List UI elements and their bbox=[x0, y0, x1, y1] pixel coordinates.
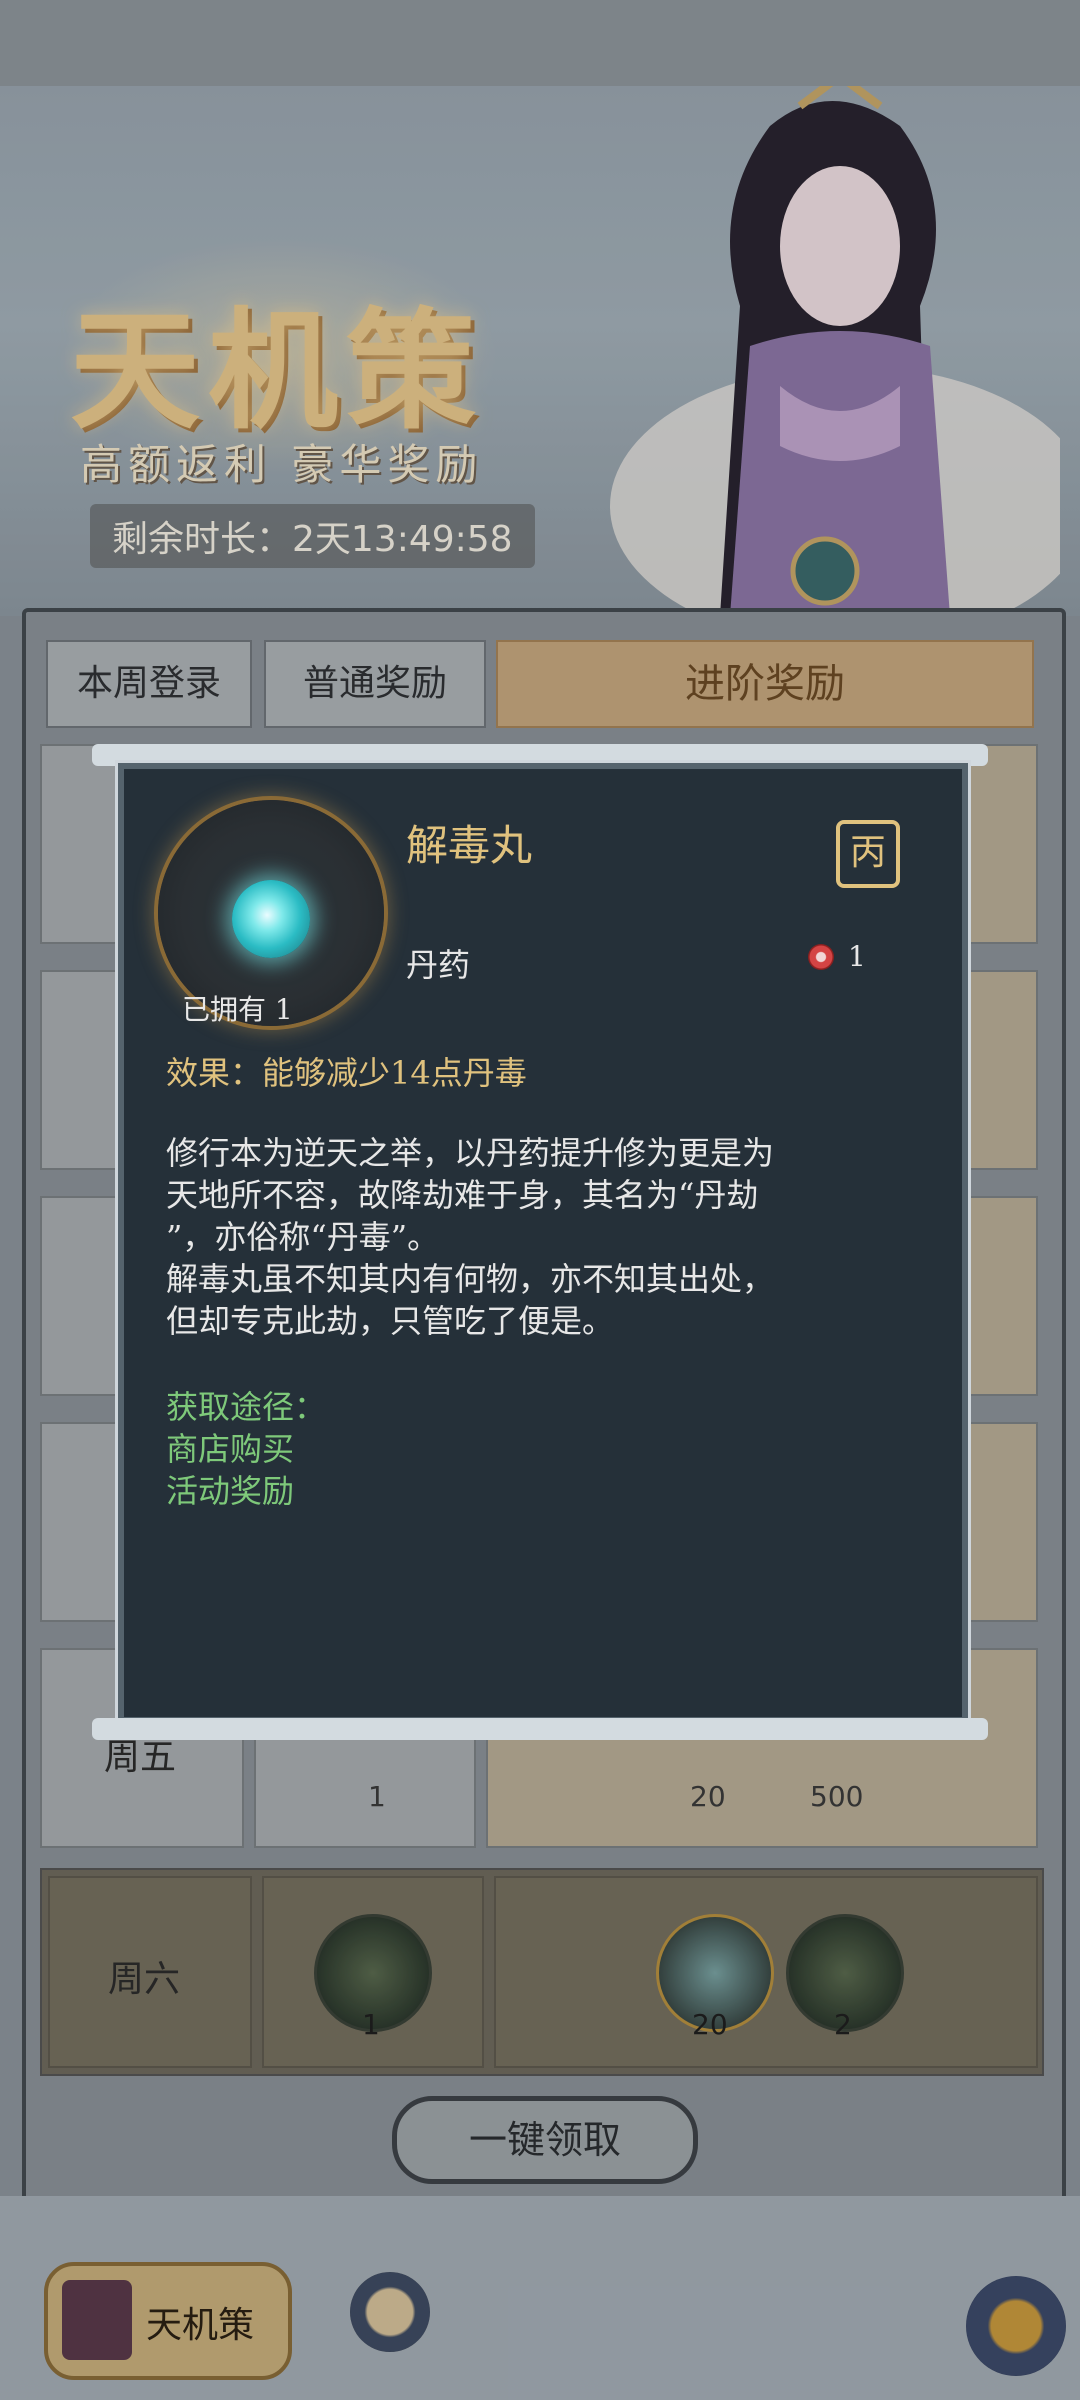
item-cost: 1 bbox=[848, 940, 866, 973]
item-type: 丹药 bbox=[406, 946, 471, 984]
acquire-sources: 获取途径： 商店购买 活动奖励 bbox=[166, 1386, 326, 1512]
source-title: 获取途径： bbox=[166, 1388, 327, 1426]
grade-seal-icon: 丙 bbox=[836, 820, 900, 888]
item-name: 解毒丸 bbox=[406, 821, 533, 870]
detox-pill-icon bbox=[232, 880, 310, 958]
cost-icon bbox=[808, 944, 834, 970]
modal-bottom-scroll-bar bbox=[92, 1718, 988, 1740]
item-description: 修行本为逆天之举，以丹药提升修为更是为 天地所不容，故降劫难于身，其名为“丹劫 … bbox=[166, 1134, 775, 1340]
source-item: 活动奖励 bbox=[166, 1472, 295, 1510]
owned-count: 已拥有 1 bbox=[182, 993, 293, 1026]
source-item: 商店购买 bbox=[166, 1430, 295, 1468]
item-effect: 效果：能够减少14点丹毒 bbox=[166, 1054, 527, 1092]
